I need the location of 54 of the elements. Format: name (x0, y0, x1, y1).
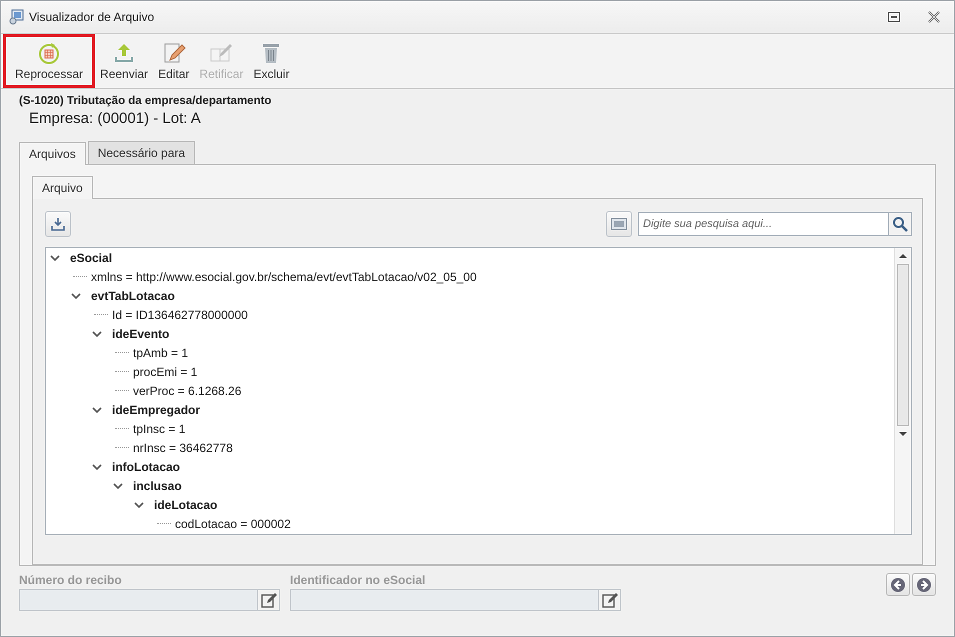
company-label: Empresa: (00001) - Lot: A (29, 110, 202, 127)
next-button[interactable] (912, 573, 936, 596)
tree-node[interactable]: infoLotacao (112, 460, 180, 474)
event-title: (S-1020) Tributação da empresa/departamento (19, 95, 272, 107)
tree-node[interactable]: nrInsc = 36462778 (133, 440, 233, 454)
chevron-icon[interactable] (92, 406, 102, 414)
edit-button[interactable]: Editar (153, 34, 194, 88)
tree-node[interactable]: tpInsc = 1 (133, 422, 186, 436)
tree-node[interactable]: inclusao (133, 478, 182, 492)
previous-button[interactable] (886, 573, 910, 596)
chevron-icon[interactable] (92, 330, 102, 338)
pencil-icon (260, 592, 276, 608)
tab[interactable]: Necessário para (88, 141, 196, 164)
tree-node[interactable]: ideLotacao (154, 498, 218, 512)
input-field[interactable] (19, 589, 258, 611)
field-label: Número do recibo (19, 573, 123, 587)
download-button[interactable] (45, 211, 71, 237)
restore-icon[interactable] (888, 12, 900, 22)
chevron-icon[interactable] (50, 254, 60, 262)
chevron-icon[interactable] (134, 500, 144, 508)
delete-button[interactable]: Excluir (248, 34, 294, 88)
download-icon (51, 217, 65, 231)
tree-node[interactable]: procEmi = 1 (133, 364, 198, 378)
input-field[interactable] (290, 589, 599, 611)
tree-node[interactable]: verProc = 6.1268.26 (133, 384, 242, 398)
tree-node[interactable]: Id = ID136462778000000 (112, 308, 248, 322)
reprocess-button[interactable]: Reprocessar (3, 34, 96, 88)
close-icon[interactable] (928, 11, 940, 23)
chevron-icon[interactable] (71, 292, 81, 300)
chevron-icon[interactable] (113, 482, 123, 490)
edit-button[interactable] (599, 589, 621, 611)
xml-button[interactable] (606, 211, 632, 237)
pencil-page-icon (162, 41, 186, 65)
pencil-icon (602, 592, 618, 608)
upload-button[interactable]: Reenviar (95, 34, 154, 88)
tree-node[interactable]: tpAmb = 1 (133, 346, 188, 360)
tree-node[interactable]: eSocial (70, 250, 112, 264)
tab[interactable]: Arquivos (19, 142, 86, 165)
tab[interactable]: Arquivo (32, 176, 93, 199)
window-app-icon (9, 9, 25, 25)
tree-node[interactable]: evtTabLotacao (91, 288, 175, 302)
field-label: Identificador no eSocial (290, 573, 426, 587)
scrollbar[interactable] (894, 248, 911, 534)
document-icon (611, 218, 627, 230)
tree-node[interactable]: ideEmpregador (112, 402, 200, 416)
tree-node[interactable]: ideEvento (112, 326, 170, 340)
refresh-grid-icon (37, 41, 62, 65)
tree-node[interactable]: codLotacao = 000002 (175, 516, 291, 530)
tree-node[interactable]: xmlns = http://www.esocial.gov.br/schema/evt/evtTabLotacao/v02_05_00 (91, 270, 477, 284)
search-box[interactable]: Digite sua pesquisa aqui... (638, 212, 912, 236)
edit-button[interactable] (258, 589, 280, 611)
chevron-icon[interactable] (92, 462, 102, 470)
search-icon[interactable] (892, 216, 908, 232)
window-title: Visualizador de Arquivo (29, 10, 154, 24)
